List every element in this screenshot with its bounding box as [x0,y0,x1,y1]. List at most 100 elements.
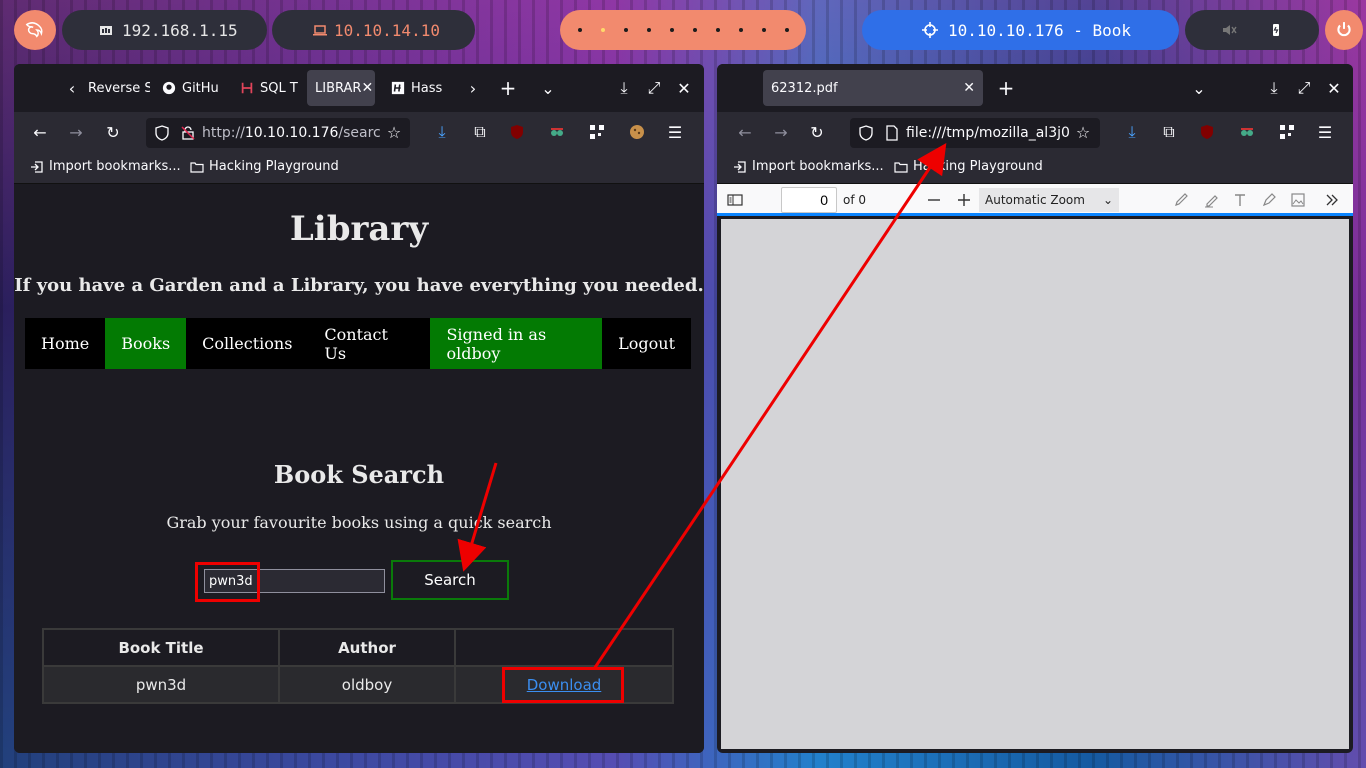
nav-signed-in[interactable]: Signed in as oldboy [430,318,603,369]
local-ip-indicator[interactable]: 192.168.1.15 [62,10,267,50]
highlight-icon[interactable] [1203,192,1219,208]
more-tools-icon[interactable] [1324,192,1340,208]
image-icon[interactable] [1290,192,1306,208]
nav-toolbar: ← → ↻ http://10.10.10.176/searc ☆ ⤓ ⧉ ☰ [14,112,704,152]
maximize-icon[interactable]: ⤢ [1290,74,1318,102]
kali-dragon-icon [25,22,43,38]
url-text: file:///tmp/mozilla_al3j0 [906,125,1070,141]
vpn-ip-indicator[interactable]: 10.10.14.10 [272,10,475,50]
back-icon[interactable]: ← [731,118,759,146]
bookmark-folder-hacking[interactable]: Hacking Playground [894,159,1043,174]
power-button[interactable] [1325,10,1363,50]
workspace-dot-active[interactable] [600,28,605,32]
tab-pdf-active[interactable]: 62312.pdf ✕ [763,70,983,106]
nav-toolbar: ← → ↻ file:///tmp/mozilla_al3j0 ☆ ⤓ ⧉ ☰ [717,112,1353,152]
nav-books[interactable]: Books [105,318,187,369]
url-path: /searc [338,125,381,141]
bookmark-star-icon[interactable]: ☆ [1069,118,1097,146]
page-number-input[interactable] [781,187,837,213]
book-search-title: Book Search [273,460,445,489]
workspace-dot[interactable] [669,28,674,32]
battery-icon[interactable] [1268,22,1284,38]
bookmark-import[interactable]: Import bookmarks... [30,159,181,174]
tab-reverse-shell[interactable]: Reverse S [88,70,150,106]
list-tabs-icon[interactable]: ⌄ [534,74,562,102]
tab-library-active[interactable]: LIBRAR ✕ [307,70,375,106]
insecure-lock-icon [181,126,195,140]
tab-label: GitHu [182,80,219,96]
zoom-select[interactable]: Automatic Zoom ⌄ [979,188,1119,212]
workspace-dot[interactable] [577,28,582,32]
folder-icon [894,161,908,173]
workspace-dot[interactable] [738,28,743,32]
foxyproxy-icon[interactable] [543,118,571,146]
search-button[interactable]: Search [391,560,509,600]
nav-logout[interactable]: Logout [602,318,691,369]
qr-code-icon[interactable] [583,118,611,146]
url-prefix: http:// [202,125,245,141]
nav-spacer [420,318,431,369]
import-icon [734,160,746,173]
downloads-icon[interactable]: ⤓ [1118,118,1146,146]
workspace-dot[interactable] [646,28,651,32]
volume-muted-icon[interactable] [1221,22,1237,38]
forward-icon[interactable]: → [62,118,90,146]
target-indicator[interactable]: 10.10.10.176 - Book [862,10,1179,50]
maximize-icon[interactable]: ⤢ [640,74,668,102]
url-bar[interactable]: http://10.10.10.176/searc [146,118,410,148]
downloads-icon[interactable]: ⤓ [428,118,456,146]
tab-scroll-right-icon[interactable]: › [459,74,487,102]
tab-hass[interactable]: Hass [391,70,451,106]
draw-icon[interactable] [1261,192,1277,208]
workspace-dot[interactable] [692,28,697,32]
workspace-switcher[interactable] [560,10,806,50]
sidebar-toggle-icon[interactable] [727,192,743,208]
workspace-dot[interactable] [761,28,766,32]
tab-close-icon[interactable]: ✕ [361,80,373,96]
minimize-icon[interactable]: ⤓ [610,74,638,102]
workspace-dot[interactable] [784,28,789,32]
tab-github[interactable]: GitHu [162,70,224,106]
close-window-icon[interactable]: ✕ [670,74,698,102]
forward-icon[interactable]: → [767,118,795,146]
menu-icon[interactable]: ☰ [1311,118,1339,146]
kali-menu-button[interactable] [14,10,56,50]
menu-icon[interactable]: ☰ [661,118,689,146]
minimize-icon[interactable]: ⤓ [1260,74,1288,102]
nav-contact-us[interactable]: Contact Us [308,318,420,369]
qr-code-icon[interactable] [1273,118,1301,146]
file-icon [886,125,898,141]
new-tab-button[interactable]: + [992,74,1020,102]
text-tool-icon[interactable] [1232,192,1248,208]
foxyproxy-icon[interactable] [1233,118,1261,146]
bookmark-import[interactable]: Import bookmarks... [733,159,884,174]
reload-icon[interactable]: ↻ [99,118,127,146]
header-book-title: Book Title [42,628,280,667]
workspace-dot[interactable] [715,28,720,32]
cookie-editor-icon[interactable] [623,118,651,146]
ublock-icon[interactable] [1193,118,1221,146]
extensions-icon[interactable]: ⧉ [466,118,494,146]
bookmark-folder-hacking[interactable]: Hacking Playground [190,159,339,174]
back-icon[interactable]: ← [26,118,54,146]
left-browser-window: ‹ Reverse S GitHu SQL T LIBRAR ✕ Hass › … [14,64,704,753]
signature-icon[interactable] [1174,192,1190,208]
nav-home[interactable]: Home [25,318,105,369]
list-tabs-icon[interactable]: ⌄ [1185,74,1213,102]
bookmark-star-icon[interactable]: ☆ [380,118,408,146]
zoom-in-icon[interactable] [956,192,972,208]
workspace-dot[interactable] [623,28,628,32]
zoom-out-icon[interactable] [926,192,942,208]
new-tab-button[interactable]: + [494,74,522,102]
power-icon [1337,22,1351,37]
tab-close-icon[interactable]: ✕ [963,80,975,96]
tab-scroll-left-icon[interactable]: ‹ [58,74,86,102]
tab-sql[interactable]: SQL T [240,70,302,106]
nav-collections[interactable]: Collections [186,318,308,369]
import-icon [31,160,43,173]
close-window-icon[interactable]: ✕ [1320,74,1348,102]
ublock-icon[interactable] [503,118,531,146]
reload-icon[interactable]: ↻ [803,118,831,146]
url-bar[interactable]: file:///tmp/mozilla_al3j0 [850,118,1100,148]
extensions-icon[interactable]: ⧉ [1155,118,1183,146]
